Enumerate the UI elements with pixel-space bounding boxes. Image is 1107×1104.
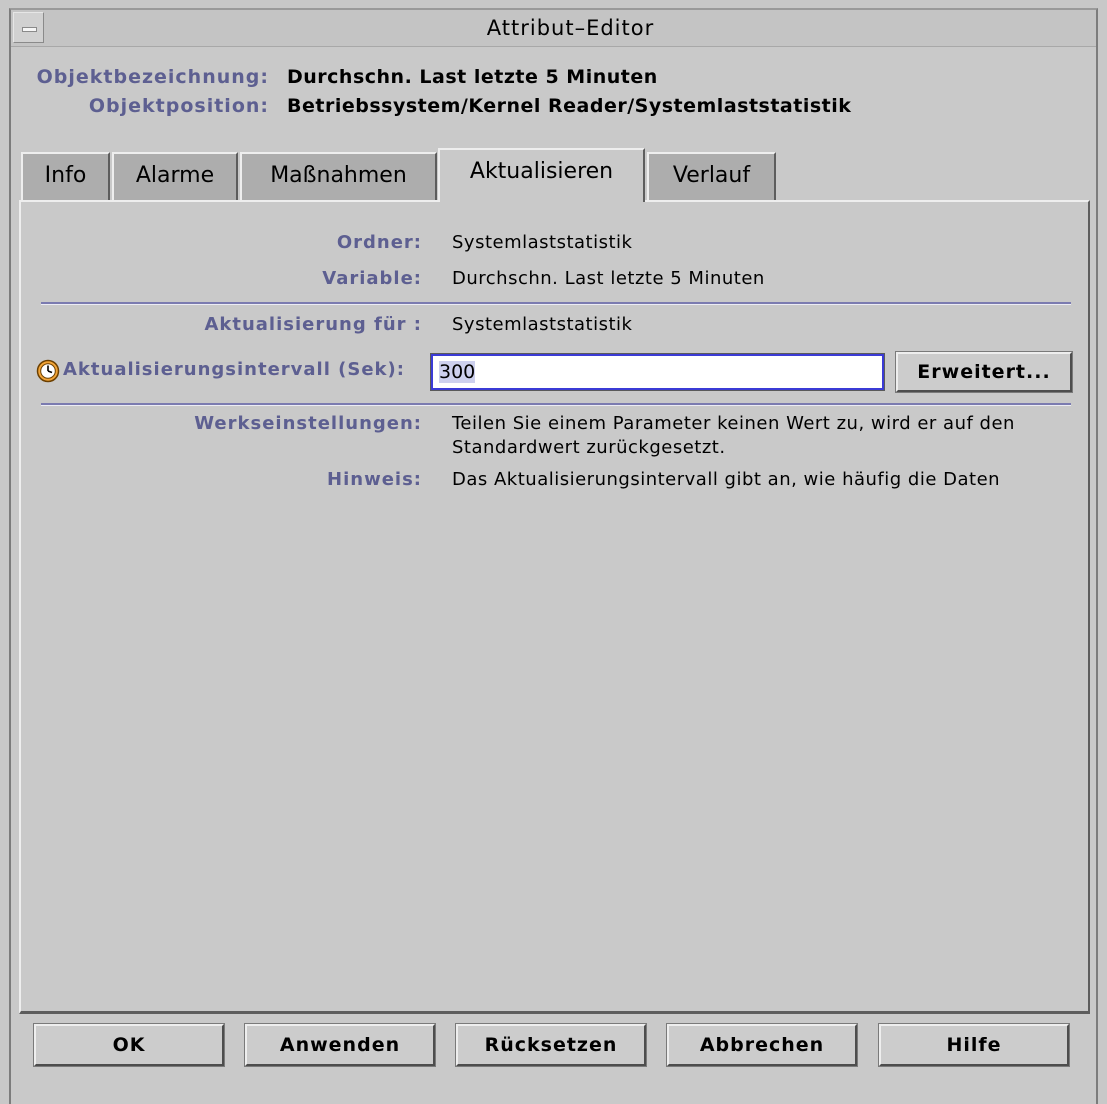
defaults-text-line1: Teilen Sie einem Parameter keinen Wert z… [452, 413, 1015, 434]
advanced-button[interactable]: Erweitert... [895, 351, 1073, 393]
tab-aktualisieren[interactable]: Aktualisieren [438, 148, 645, 202]
clock-icon [36, 359, 60, 383]
object-position-label: Objektposition: [88, 95, 269, 117]
hint-text: Das Aktualisierungsintervall gibt an, wi… [452, 469, 1001, 490]
object-position-value: Betriebssystem/Kernel Reader/Systemlasts… [287, 95, 852, 117]
object-name-label: Objektbezeichnung: [36, 66, 269, 88]
variable-value: Durchschn. Last letzte 5 Minuten [452, 268, 765, 289]
tab-panel-aktualisieren: Ordner: Systemlaststatistik Variable: Du… [19, 200, 1090, 1014]
help-button[interactable]: Hilfe [878, 1023, 1070, 1067]
separator [41, 403, 1071, 406]
tab-info[interactable]: Info [21, 152, 110, 200]
attribute-editor-window: Attribut–Editor Objektbezeichnung: Durch… [9, 8, 1098, 1104]
defaults-label: Werkseinstellungen: [194, 413, 422, 434]
window-title: Attribut–Editor [486, 16, 655, 40]
tab-alarme[interactable]: Alarme [112, 152, 238, 200]
variable-label: Variable: [322, 268, 422, 289]
apply-button[interactable]: Anwenden [244, 1023, 436, 1067]
cancel-button[interactable]: Abbrechen [666, 1023, 858, 1067]
interval-value: 300 [439, 361, 476, 383]
reset-button[interactable]: Rücksetzen [455, 1023, 647, 1067]
separator [41, 302, 1071, 305]
update-for-label: Aktualisierung für : [204, 314, 422, 335]
tab-massnahmen[interactable]: Maßnahmen [240, 152, 437, 200]
folder-label: Ordner: [336, 232, 422, 253]
hint-label: Hinweis: [327, 469, 422, 490]
tab-verlauf[interactable]: Verlauf [647, 152, 776, 200]
window-menu-icon[interactable] [13, 12, 44, 43]
interval-input[interactable]: 300 [430, 353, 885, 391]
update-for-value: Systemlaststatistik [452, 314, 633, 335]
title-bar[interactable]: Attribut–Editor [11, 10, 1096, 47]
interval-label: Aktualisierungsintervall (Sek): [63, 359, 405, 380]
object-name-value: Durchschn. Last letzte 5 Minuten [287, 66, 658, 88]
folder-value: Systemlaststatistik [452, 232, 633, 253]
ok-button[interactable]: OK [33, 1023, 225, 1067]
defaults-text-line2: Standardwert zurückgesetzt. [452, 437, 726, 458]
